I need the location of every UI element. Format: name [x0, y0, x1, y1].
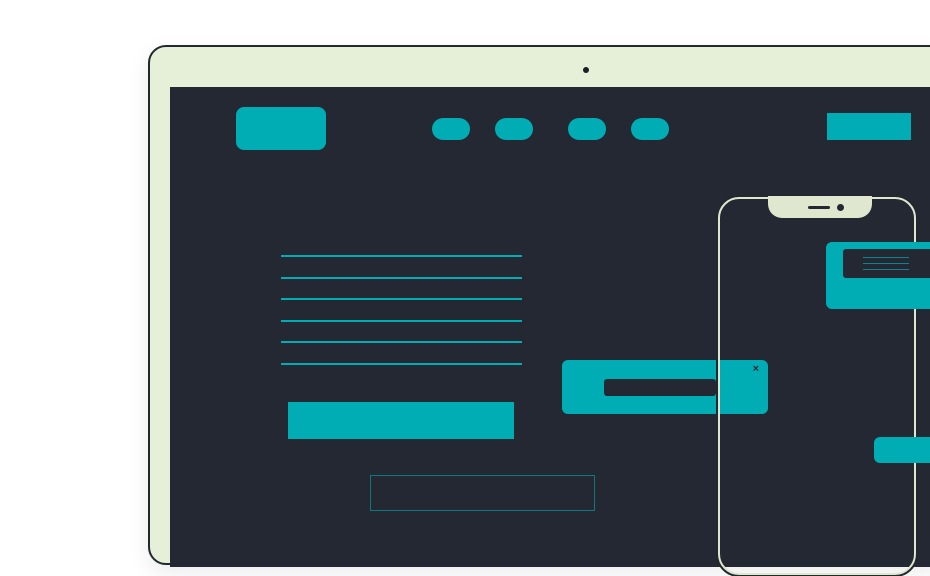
card-line	[863, 263, 909, 264]
text-lines-placeholder	[281, 255, 522, 384]
logo-placeholder	[236, 107, 326, 150]
text-line	[281, 362, 522, 365]
phone-notch	[768, 196, 872, 218]
text-line	[281, 341, 522, 343]
cta-button-placeholder[interactable]	[288, 402, 514, 439]
nav-pill-1[interactable]	[432, 118, 470, 140]
text-line	[281, 319, 522, 322]
header-button-placeholder[interactable]	[827, 113, 911, 140]
floating-card	[826, 242, 930, 309]
text-line	[281, 255, 522, 257]
phone-camera	[837, 204, 844, 211]
card-line	[863, 257, 909, 258]
card-line	[863, 269, 909, 270]
floating-pill	[874, 437, 930, 463]
text-line	[281, 298, 522, 300]
nav-pill-4[interactable]	[631, 118, 669, 140]
popup-bar	[604, 379, 716, 396]
phone-speaker	[808, 206, 830, 209]
nav-pill-2[interactable]	[495, 118, 533, 140]
floating-card-inner	[843, 249, 930, 278]
outline-button-placeholder[interactable]	[370, 475, 595, 511]
text-line	[281, 276, 522, 279]
laptop-camera	[583, 67, 589, 73]
nav-pill-3[interactable]	[568, 118, 606, 140]
